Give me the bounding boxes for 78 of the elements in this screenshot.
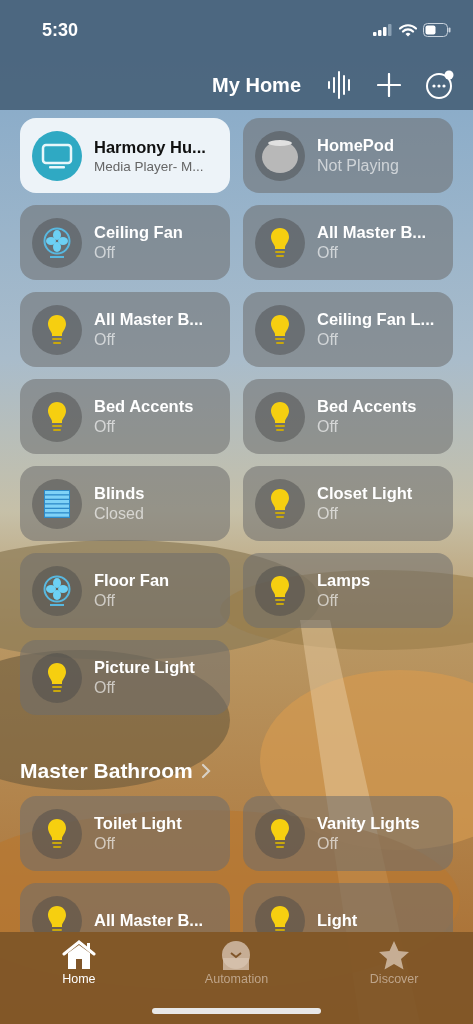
accessory-name: All Master B... (94, 911, 204, 930)
accessory-tile[interactable]: Vanity Lights Off (243, 796, 453, 871)
accessory-tile[interactable]: Bed Accents Off (243, 379, 453, 454)
accessory-tile[interactable]: Lamps Off (243, 553, 453, 628)
accessory-name: Ceiling Fan L... (317, 310, 435, 329)
accessory-name: Vanity Lights (317, 814, 420, 833)
tab[interactable]: Home (18, 940, 139, 1024)
fan-icon (42, 226, 72, 259)
wifi-icon (399, 23, 417, 37)
accessory-name: Blinds (94, 484, 145, 503)
accessory-name: All Master B... (317, 223, 427, 242)
accessory-status: Off (94, 679, 117, 697)
accessory-name: Light (317, 911, 358, 930)
light-bulb-icon (47, 817, 67, 850)
light-bulb-icon (270, 574, 290, 607)
accessory-status: Media Player- M... (94, 158, 205, 174)
light-bulb-icon (47, 661, 67, 694)
signal-icon (373, 24, 393, 36)
accessory-name: HomePod (317, 136, 395, 155)
accessory-tile[interactable]: Floor Fan Off (20, 553, 230, 628)
clock-icon (221, 940, 252, 970)
accessory-status: Off (317, 835, 340, 853)
accessory-tile[interactable]: Harmony Hu... Media Player- M... (20, 118, 230, 193)
accessory-tile[interactable]: Closet Light Off (243, 466, 453, 541)
accessory-status: Off (317, 505, 340, 523)
tab[interactable]: Discover (334, 940, 455, 1024)
accessory-name: Closet Light (317, 484, 413, 503)
accessory-tile[interactable]: Blinds Closed (20, 466, 230, 541)
light-bulb-icon (270, 226, 290, 259)
room-title[interactable]: Master Bathroom (20, 759, 193, 783)
accessory-status: Off (94, 835, 117, 853)
light-bulb-icon (270, 487, 290, 520)
accessory-name: Picture Light (94, 658, 195, 677)
accessory-name: Bed Accents (94, 397, 194, 416)
accessory-tile[interactable]: HomePod Not Playing (243, 118, 453, 193)
accessory-status: Off (317, 331, 340, 349)
light-bulb-icon (47, 313, 67, 346)
accessory-tile[interactable]: Toilet Light Off (20, 796, 230, 871)
accessory-name: All Master B... (94, 310, 204, 329)
star-icon (378, 940, 411, 970)
house-icon (61, 940, 96, 970)
add-icon[interactable] (377, 73, 401, 97)
accessory-name: Toilet Light (94, 814, 182, 833)
accessory-name: Bed Accents (317, 397, 417, 416)
accessory-tile[interactable]: Bed Accents Off (20, 379, 230, 454)
light-bulb-icon (270, 400, 290, 433)
battery-icon (423, 23, 451, 37)
accessory-status: Off (94, 244, 117, 262)
accessory-status: Not Playing (317, 157, 399, 175)
light-bulb-icon (270, 817, 290, 850)
accessory-status: Off (317, 592, 340, 610)
accessory-status: Off (94, 331, 117, 349)
accessory-status: Closed (94, 505, 145, 523)
accessory-tile[interactable]: All Master B... Off (20, 292, 230, 367)
light-bulb-icon (47, 400, 67, 433)
accessory-name: Lamps (317, 571, 371, 590)
accessory-status: Off (317, 244, 340, 262)
accessory-status: Off (317, 418, 340, 436)
accessory-tile[interactable]: Picture Light Off (20, 640, 230, 715)
accessory-name: Floor Fan (94, 571, 170, 590)
accessory-name: Harmony Hu... (94, 137, 206, 157)
fan-icon (42, 574, 72, 607)
accessory-status: Off (94, 592, 117, 610)
status-time: 5:30 (42, 19, 79, 41)
light-bulb-icon (270, 313, 290, 346)
light-bulb-icon (47, 904, 67, 932)
accessory-tile[interactable]: Ceiling Fan Off (20, 205, 230, 280)
more-icon[interactable] (425, 70, 455, 100)
blinds-icon (43, 488, 71, 519)
home-title[interactable]: My Home (212, 73, 301, 97)
tv-icon (41, 142, 73, 169)
accessory-tile[interactable]: All Master B... Off (243, 205, 453, 280)
accessory-name: Ceiling Fan (94, 223, 183, 242)
speaker-icon (261, 138, 299, 173)
accessory-status: Off (94, 418, 117, 436)
accessory-tile[interactable]: Ceiling Fan L... Off (243, 292, 453, 367)
light-bulb-icon (270, 904, 290, 932)
waveform-icon[interactable] (327, 71, 353, 99)
